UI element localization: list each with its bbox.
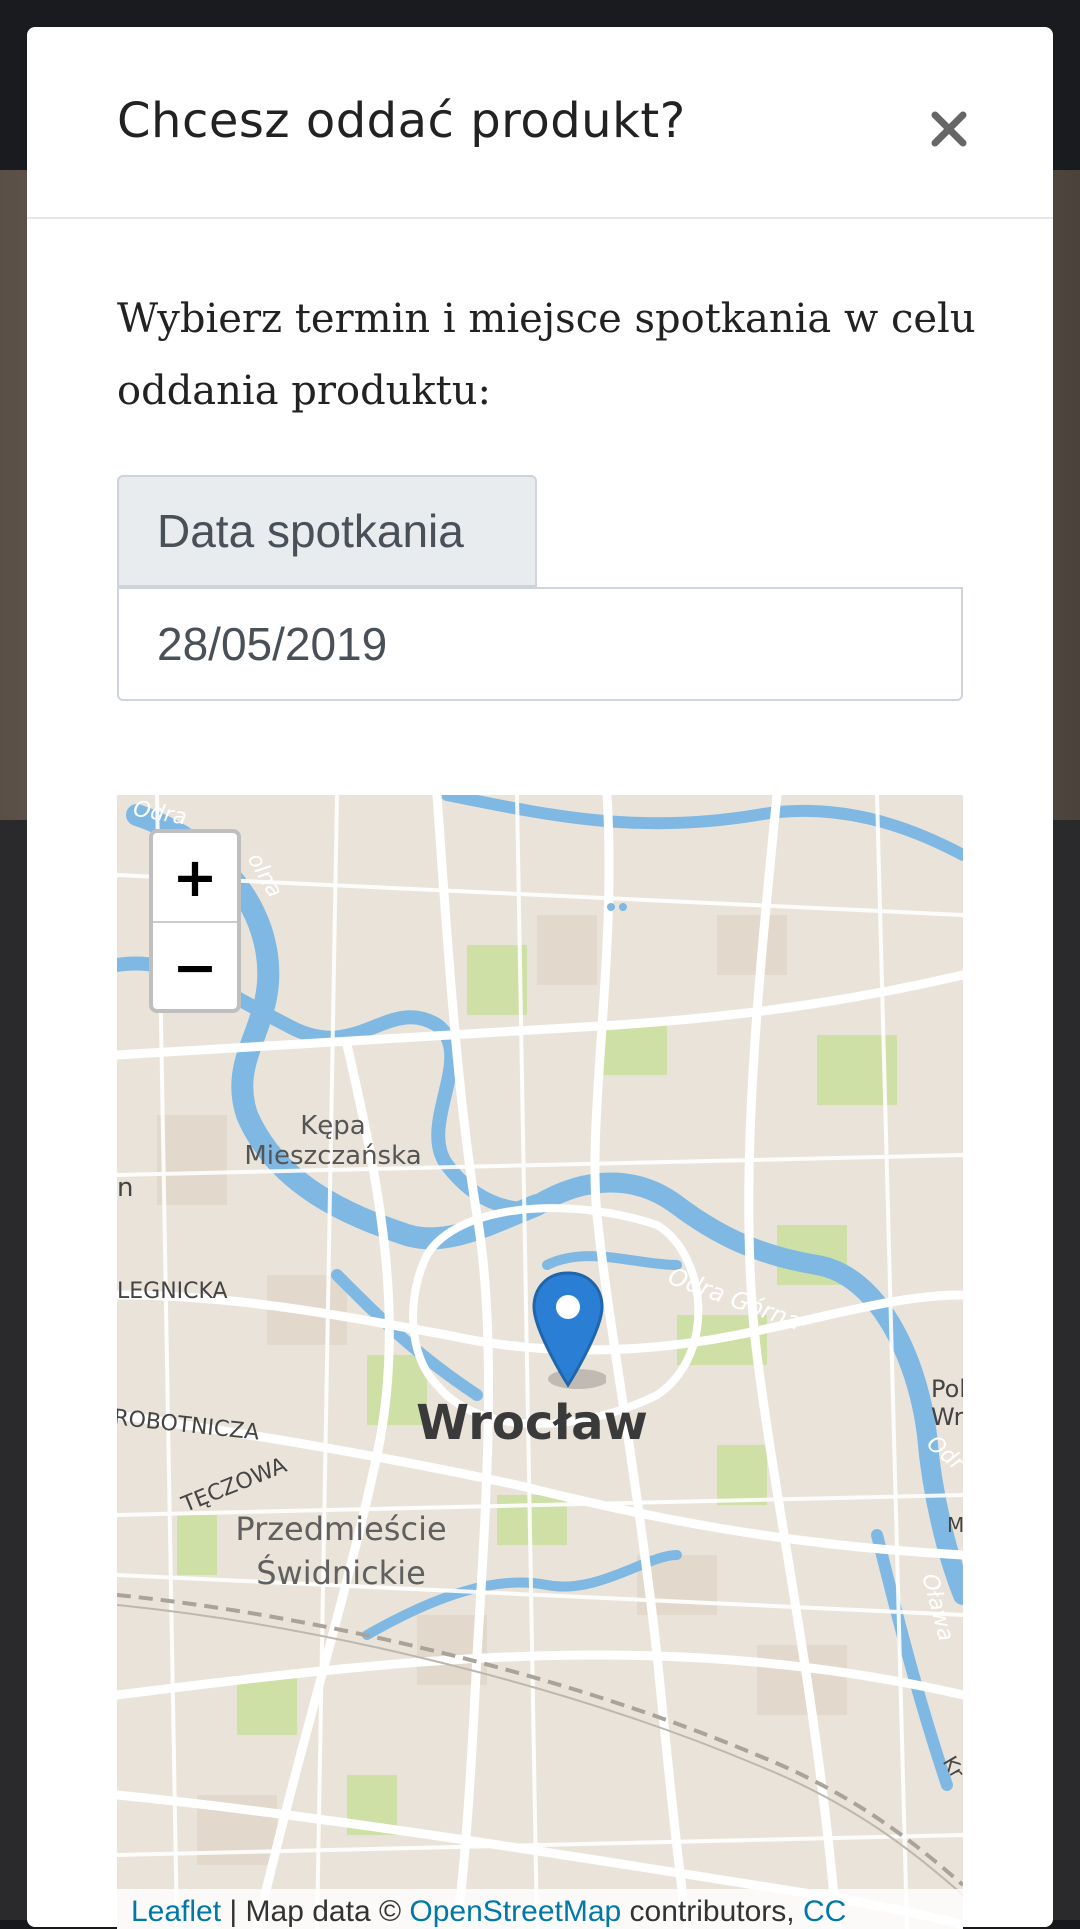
modal-header: Chcesz oddać produkt? (27, 27, 1053, 219)
meeting-date-input[interactable] (117, 587, 963, 701)
osm-link[interactable]: OpenStreetMap (409, 1895, 621, 1928)
modal-title: Chcesz oddać produkt? (117, 93, 686, 149)
zoom-control: + − (149, 829, 241, 1013)
cc-link[interactable]: CC (803, 1895, 846, 1928)
attribution-contributors: contributors, (621, 1895, 803, 1928)
return-product-modal: Chcesz oddać produkt? Wybierz termin i m… (27, 27, 1053, 1929)
zoom-in-button[interactable]: + (153, 833, 237, 923)
zoom-out-button[interactable]: − (153, 923, 237, 1009)
map-label-wro: Wro (931, 1403, 963, 1431)
close-icon (931, 111, 967, 147)
map-label-legnicka: LEGNICKA (117, 1279, 228, 1304)
leaflet-link[interactable]: Leaflet (131, 1895, 221, 1928)
meeting-location-map[interactable]: Kępa Mieszczańska Przedmieście Świdnicki… (117, 795, 963, 1929)
map-label-m-right: M (947, 1513, 963, 1537)
close-button[interactable] (917, 97, 981, 161)
attribution-separator: | Map data © (221, 1895, 410, 1928)
meeting-instructions: Wybierz termin i miejsce spotkania w cel… (117, 296, 976, 414)
map-label-przedmiescie: Przedmieście Świdnickie (235, 1510, 447, 1592)
map-label-city: Wrocław (416, 1395, 648, 1451)
map-label-kepa: Kępa Mieszczańska (244, 1111, 422, 1171)
map-attribution: Leaflet | Map data © OpenStreetMap contr… (117, 1889, 963, 1929)
map-label-poli: Poli (931, 1375, 963, 1403)
date-addon-label: Data spotkania (117, 475, 537, 587)
map-marker-icon[interactable] (530, 1271, 606, 1391)
map-label-n-left: n (117, 1173, 134, 1203)
